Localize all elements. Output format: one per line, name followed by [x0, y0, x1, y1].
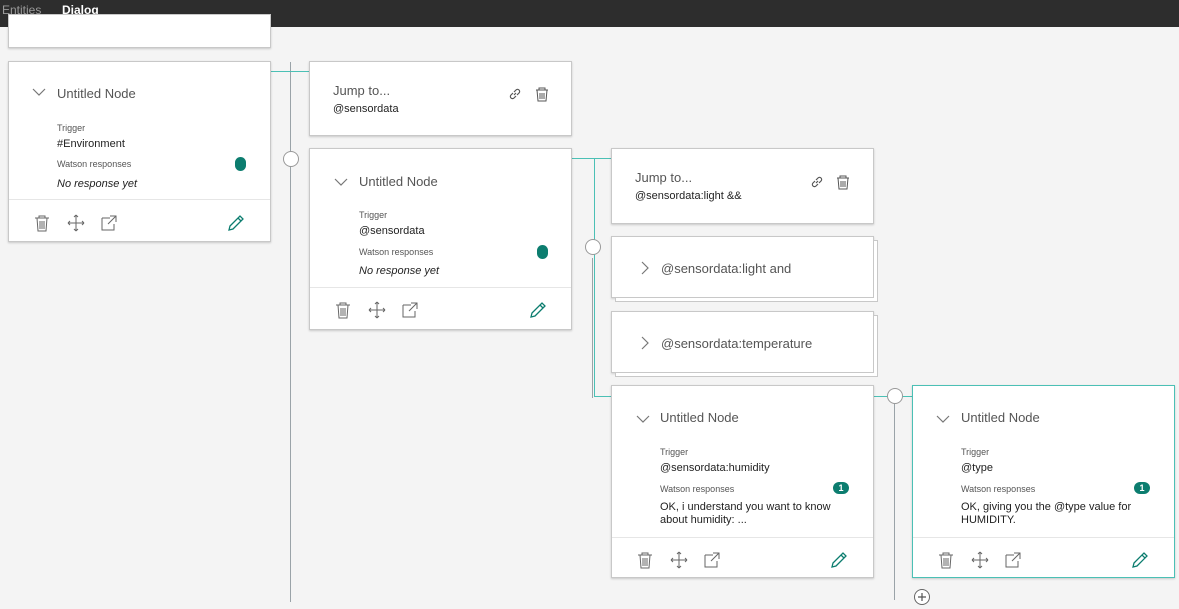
- jump-title: Jump to...: [635, 170, 693, 185]
- connector-line: [594, 396, 612, 397]
- jump-to-icon[interactable]: [1004, 551, 1022, 574]
- add-node-plus-icon[interactable]: [914, 589, 930, 605]
- collapsed-node-temperature[interactable]: @sensordata:temperature: [611, 311, 874, 373]
- node-title: Untitled Node: [57, 86, 136, 101]
- dialog-node-sensordata[interactable]: Untitled Node Trigger @sensordata Watson…: [309, 148, 572, 330]
- jump-target: @sensordata: [333, 103, 399, 115]
- trash-icon[interactable]: [637, 551, 653, 574]
- jump-to-icon[interactable]: [703, 551, 721, 574]
- jump-to-icon[interactable]: [100, 214, 118, 237]
- divider: [612, 537, 873, 538]
- tree-line: [894, 400, 895, 600]
- chevron-down-icon[interactable]: [636, 414, 650, 427]
- node-title: Untitled Node: [961, 410, 1040, 425]
- chevron-down-icon[interactable]: [936, 414, 950, 427]
- trash-icon[interactable]: [34, 214, 50, 237]
- divider: [913, 537, 1174, 538]
- divider: [9, 199, 270, 200]
- response-text: OK, giving you the @type value for HUMID…: [961, 501, 1132, 526]
- node-title: Untitled Node: [660, 410, 739, 425]
- trash-icon[interactable]: [535, 87, 549, 107]
- dialog-node-environment[interactable]: Untitled Node Trigger #Environment Watso…: [8, 61, 271, 242]
- comment-bubble-icon[interactable]: [585, 239, 601, 255]
- chevron-right-icon[interactable]: [640, 336, 650, 353]
- edit-pencil-icon[interactable]: [829, 550, 849, 575]
- jump-title: Jump to...: [333, 83, 391, 98]
- responses-label: Watson responses: [660, 484, 735, 494]
- connector-line: [572, 158, 612, 159]
- tree-line: [290, 62, 291, 602]
- node-title: @sensordata:temperature: [661, 336, 813, 351]
- response-text: OK, i understand you want to know about …: [660, 501, 831, 526]
- trigger-label: Trigger: [359, 210, 388, 220]
- trash-icon[interactable]: [938, 551, 954, 574]
- divider: [310, 287, 571, 288]
- tree-line: [592, 258, 593, 398]
- node-title: @sensordata:light and: [661, 261, 792, 276]
- move-icon[interactable]: [670, 551, 688, 574]
- chevron-right-icon[interactable]: [640, 261, 650, 278]
- move-icon[interactable]: [368, 301, 386, 324]
- response-count-badge: 1: [833, 482, 849, 494]
- edit-pencil-icon[interactable]: [1130, 550, 1150, 575]
- link-icon[interactable]: [810, 175, 824, 194]
- jump-to-icon[interactable]: [401, 301, 419, 324]
- responses-label: Watson responses: [57, 159, 132, 169]
- comment-bubble-icon[interactable]: [887, 388, 903, 404]
- edit-pencil-icon[interactable]: [528, 300, 548, 325]
- response-text: No response yet: [57, 178, 138, 190]
- jump-to-card[interactable]: Jump to... @sensordata:light &&: [611, 148, 874, 224]
- dialog-node-type[interactable]: Untitled Node Trigger @type Watson respo…: [912, 385, 1175, 578]
- trash-icon[interactable]: [335, 301, 351, 324]
- collapsed-node-light[interactable]: @sensordata:light and: [611, 236, 874, 298]
- responses-label: Watson responses: [961, 484, 1036, 494]
- response-indicator: [235, 157, 246, 171]
- response-count-badge: 1: [1134, 482, 1150, 494]
- trash-icon[interactable]: [836, 175, 850, 195]
- trigger-label: Trigger: [961, 447, 990, 457]
- chevron-down-icon[interactable]: [334, 177, 348, 190]
- response-indicator: [537, 245, 548, 259]
- response-text: No response yet: [359, 265, 440, 277]
- trigger-value: @sensordata:humidity: [660, 462, 770, 474]
- trigger-value: @sensordata: [359, 225, 425, 237]
- link-icon[interactable]: [508, 87, 522, 106]
- trigger-value: @type: [961, 462, 993, 474]
- trigger-value: #Environment: [57, 138, 125, 150]
- connector-line: [270, 71, 310, 72]
- chevron-down-icon[interactable]: [32, 87, 46, 100]
- responses-label: Watson responses: [359, 247, 434, 257]
- node-title: Untitled Node: [359, 174, 438, 189]
- jump-to-card[interactable]: Jump to... @sensordata: [309, 61, 572, 136]
- comment-bubble-icon[interactable]: [283, 151, 299, 167]
- move-icon[interactable]: [67, 214, 85, 237]
- trigger-label: Trigger: [57, 123, 86, 133]
- trigger-label: Trigger: [660, 447, 689, 457]
- edit-pencil-icon[interactable]: [226, 213, 246, 238]
- dialog-node-humidity[interactable]: Untitled Node Trigger @sensordata:humidi…: [611, 385, 874, 578]
- partial-node-card[interactable]: [8, 14, 271, 48]
- move-icon[interactable]: [971, 551, 989, 574]
- jump-target: @sensordata:light &&: [635, 190, 742, 202]
- connector-line: [594, 158, 595, 396]
